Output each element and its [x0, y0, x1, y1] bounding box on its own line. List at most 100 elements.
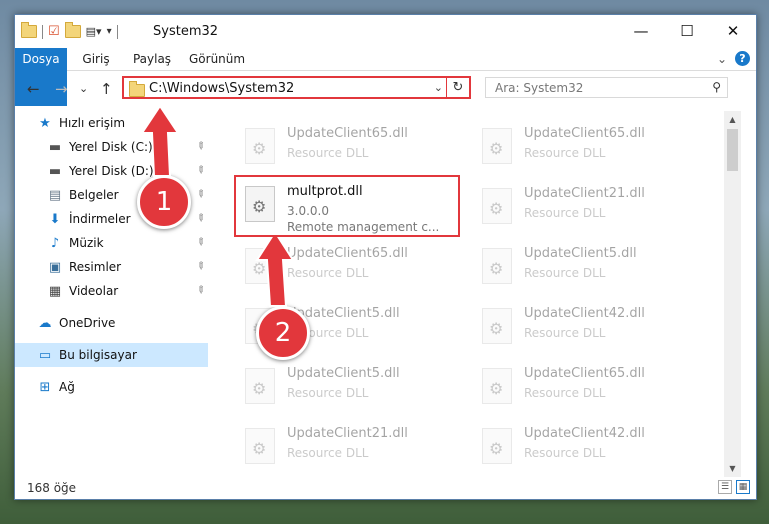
- tiles-view-icon[interactable]: ▦: [736, 480, 750, 494]
- file-description: Resource DLL: [524, 446, 606, 460]
- scroll-down-icon[interactable]: ▼: [724, 460, 741, 477]
- address-path[interactable]: C:\Windows\System32: [149, 81, 294, 96]
- cloud-icon: ☁: [38, 315, 52, 331]
- drive-icon: ▬: [48, 139, 62, 155]
- dll-file-icon: [482, 368, 512, 404]
- refresh-icon[interactable]: ↻: [446, 78, 469, 97]
- file-tile[interactable]: UpdateClient21.dll Resource DLL: [473, 179, 703, 237]
- up-arrow-icon[interactable]: ↑: [100, 80, 113, 98]
- address-bar[interactable]: C:\Windows\System32 ⌄ ↻: [122, 76, 471, 99]
- file-description: Remote management c...: [287, 220, 440, 234]
- properties-icon[interactable]: ☑: [48, 24, 60, 39]
- dll-file-icon: [245, 428, 275, 464]
- view-toggles: ☰ ▦: [718, 480, 750, 494]
- customize-toolbar-icon[interactable]: ▤▾: [86, 25, 102, 38]
- tab-gorunum[interactable]: Görünüm: [189, 48, 245, 70]
- explorer-window: ☑ ▤▾ ▾ System32 — ☐ ✕ Dosya Giriş Paylaş…: [14, 14, 757, 500]
- pin-icon[interactable]: ✎: [193, 140, 207, 154]
- sidebar-item[interactable]: ▦ Videolar ✎: [15, 279, 208, 303]
- file-tile[interactable]: UpdateClient5.dll Resource DLL: [236, 359, 466, 417]
- dll-file-icon: [482, 248, 512, 284]
- file-tile[interactable]: UpdateClient65.dll Resource DLL: [473, 119, 703, 177]
- sidebar-item[interactable]: ★ Hızlı erişim: [15, 111, 208, 135]
- chevron-down-icon[interactable]: ⌄: [434, 81, 443, 94]
- file-name: UpdateClient42.dll: [524, 426, 645, 441]
- file-tile[interactable]: UpdateClient5.dll Resource DLL: [473, 239, 703, 297]
- sidebar-item-label: Resimler: [69, 260, 122, 274]
- search-icon[interactable]: ⚲: [712, 80, 721, 94]
- sidebar-item-label: İndirmeler: [69, 212, 131, 226]
- sidebar-item-label: Yerel Disk (D:): [69, 164, 154, 178]
- title-bar: ☑ ▤▾ ▾ System32 — ☐ ✕: [15, 15, 756, 48]
- file-description: Resource DLL: [287, 446, 369, 460]
- sidebar-item-label: Hızlı erişim: [59, 116, 126, 130]
- ribbon-controls: ⌄ ?: [717, 51, 750, 66]
- sidebar-item[interactable]: ♪ Müzik ✎: [15, 231, 208, 255]
- file-tile[interactable]: UpdateClient65.dll Resource DLL: [236, 239, 466, 297]
- file-name: UpdateClient65.dll: [287, 246, 408, 261]
- navigation-pane: ★ Hızlı erişim ▬ Yerel Disk (C:) ✎ ▬ Yerel Dis…: [15, 111, 208, 471]
- scroll-up-icon[interactable]: ▲: [724, 111, 741, 128]
- file-tile[interactable]: UpdateClient42.dll Resource DLL: [473, 419, 703, 477]
- minimize-button[interactable]: —: [618, 15, 664, 46]
- download-icon: ⬇: [49, 211, 61, 227]
- file-name: UpdateClient5.dll: [524, 246, 637, 261]
- vertical-scrollbar[interactable]: ▲ ▼: [724, 111, 741, 477]
- sidebar-item[interactable]: ☁ OneDrive: [15, 311, 208, 335]
- file-tile[interactable]: UpdateClient65.dll Resource DLL: [236, 119, 466, 177]
- back-arrow-icon[interactable]: ←: [27, 80, 40, 98]
- details-view-icon[interactable]: ☰: [718, 480, 732, 494]
- file-description: Resource DLL: [524, 146, 606, 160]
- pin-icon[interactable]: ✎: [193, 212, 207, 226]
- toolbar-divider: [116, 24, 118, 39]
- file-tile[interactable]: UpdateClient21.dll Resource DLL: [236, 419, 466, 477]
- file-tile[interactable]: UpdateClient42.dll Resource DLL: [473, 299, 703, 357]
- pin-icon[interactable]: ✎: [193, 164, 207, 178]
- file-tile[interactable]: UpdateClient65.dll Resource DLL: [473, 359, 703, 417]
- scrollbar-thumb[interactable]: [727, 129, 738, 171]
- forward-arrow-icon[interactable]: →: [55, 80, 68, 98]
- maximize-button[interactable]: ☐: [664, 15, 710, 46]
- sidebar-item[interactable]: ▬ Yerel Disk (C:) ✎: [15, 135, 208, 159]
- sidebar-item[interactable]: ⊞ Ağ: [15, 375, 208, 399]
- ribbon-tabs: Dosya Giriş Paylaş Görünüm ⌄ ?: [15, 48, 756, 106]
- sidebar-item-label: Belgeler: [69, 188, 119, 202]
- item-count: 168 öğe: [27, 481, 77, 495]
- pin-icon[interactable]: ✎: [193, 284, 207, 298]
- dll-file-icon: [245, 248, 275, 284]
- window-controls: — ☐ ✕: [618, 15, 756, 46]
- sidebar-item-label: Bu bilgisayar: [59, 348, 137, 362]
- dll-file-icon: [482, 188, 512, 224]
- file-name: UpdateClient5.dll: [287, 366, 400, 381]
- expand-ribbon-icon[interactable]: ⌄: [717, 52, 727, 66]
- tab-paylas[interactable]: Paylaş: [132, 48, 172, 70]
- dll-file-icon: [245, 186, 275, 222]
- recent-locations-icon[interactable]: ⌄: [79, 82, 88, 95]
- file-description: Resource DLL: [287, 386, 369, 400]
- dll-file-icon: [482, 128, 512, 164]
- pin-icon[interactable]: ✎: [193, 188, 207, 202]
- file-tile[interactable]: multprot.dll 3.0.0.0 Remote management c..…: [234, 175, 460, 237]
- dll-file-icon: [245, 128, 275, 164]
- star-icon: ★: [39, 115, 51, 131]
- dll-file-icon: [245, 368, 275, 404]
- file-description: Resource DLL: [524, 266, 606, 280]
- toolbar-dropdown-icon[interactable]: ▾: [107, 26, 112, 37]
- search-input[interactable]: Ara: System32 ⚲: [485, 77, 728, 98]
- computer-icon: ▭: [38, 347, 52, 363]
- file-description: Resource DLL: [287, 266, 369, 280]
- network-icon: ⊞: [39, 379, 51, 395]
- callout-badge-1: 1: [137, 175, 191, 229]
- tab-giris[interactable]: Giriş: [79, 48, 113, 70]
- file-name: UpdateClient65.dll: [524, 366, 645, 381]
- help-icon[interactable]: ?: [735, 51, 750, 66]
- new-folder-icon[interactable]: [64, 22, 81, 38]
- pin-icon[interactable]: ✎: [193, 260, 207, 274]
- sidebar-item[interactable]: ▣ Resimler ✎: [15, 255, 208, 279]
- close-button[interactable]: ✕: [710, 15, 756, 46]
- pin-icon[interactable]: ✎: [193, 236, 207, 250]
- sidebar-item[interactable]: ▭ Bu bilgisayar: [15, 343, 208, 367]
- pictures-icon: ▣: [48, 259, 62, 275]
- dll-file-icon: [482, 428, 512, 464]
- file-name: UpdateClient42.dll: [524, 306, 645, 321]
